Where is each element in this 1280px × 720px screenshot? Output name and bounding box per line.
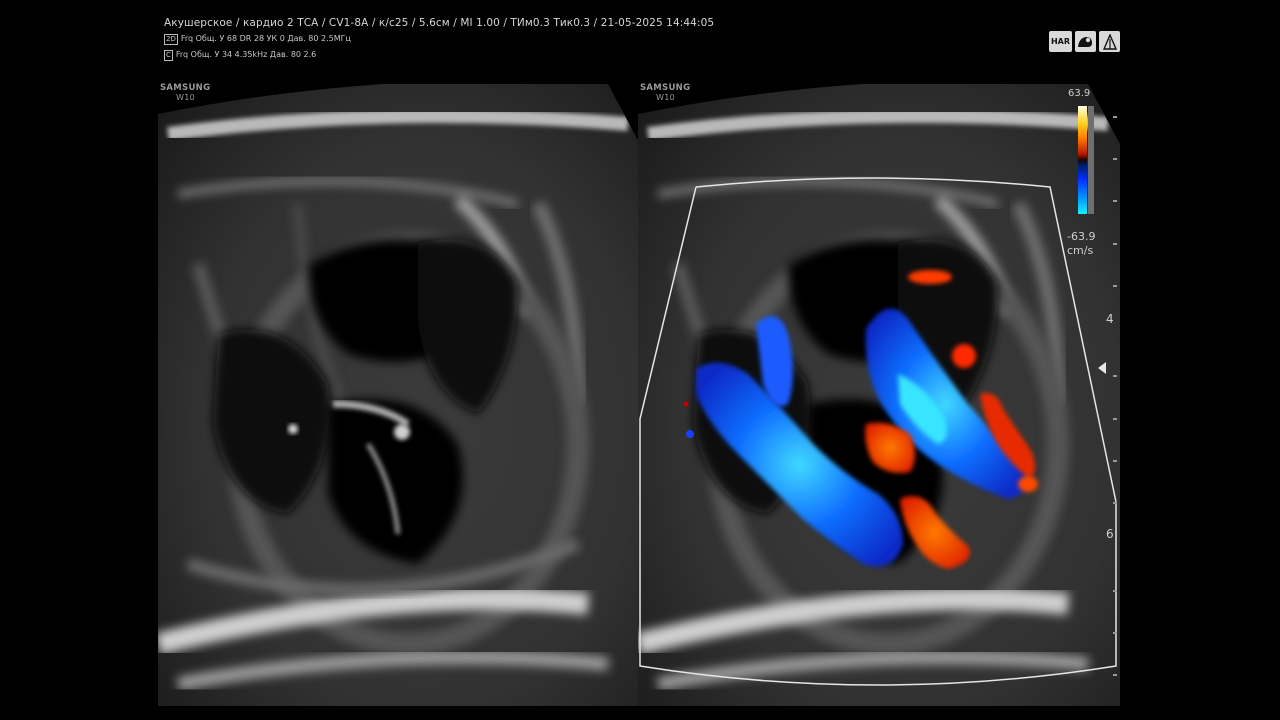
color-doppler-image (638, 84, 1120, 706)
mode-2d-tag: 2D (164, 34, 178, 45)
color-velocity-bar-shade (1088, 106, 1094, 214)
har-button-label: HAR (1050, 37, 1071, 46)
velocity-unit: cm/s (1067, 244, 1094, 257)
depth-tick (1113, 632, 1117, 634)
mode-2d-text: Frq Общ. У 68 DR 28 УК 0 Дав. 80 2.5МГц (180, 34, 351, 43)
mode-color-params: C Frq Общ. У 34 4.35kHz Дав. 80 2.6 (164, 50, 714, 61)
mode-2d-params: 2D Frq Общ. У 68 DR 28 УК 0 Дав. 80 2.5МГ… (164, 34, 714, 45)
color-velocity-bar (1078, 106, 1087, 214)
body-marker-icon (1102, 33, 1117, 50)
focus-marker[interactable] (1098, 362, 1106, 374)
ultrasound-screen: Акушерское / кардио 2 ТСА / CV1-8A / к/с… (0, 0, 1280, 720)
fetal-heart-button[interactable] (1075, 31, 1096, 52)
depth-tick (1113, 243, 1117, 245)
fetal-heart-icon (1078, 37, 1092, 47)
velocity-bottom-value: -63.9 (1067, 230, 1096, 243)
depth-label-4: 4 (1106, 312, 1114, 326)
har-button[interactable]: HAR (1049, 31, 1072, 52)
depth-tick (1113, 200, 1117, 202)
velocity-top-value: 63.9 (1068, 88, 1091, 99)
mode-color-text: Frq Общ. У 34 4.35kHz Дав. 80 2.6 (175, 50, 317, 59)
depth-tick (1113, 158, 1117, 160)
bmode-image (158, 84, 640, 706)
body-marker-button[interactable] (1099, 31, 1120, 52)
depth-tick (1113, 502, 1117, 504)
depth-tick (1113, 285, 1117, 287)
velocity-scale: 63.9 -63.9 cm/s (1062, 88, 1120, 268)
depth-label-6: 6 (1106, 527, 1114, 541)
depth-tick (1113, 460, 1117, 462)
toolbar: HAR (1049, 31, 1120, 52)
depth-tick (1113, 116, 1117, 118)
depth-tick (1113, 674, 1117, 676)
depth-tick (1113, 590, 1117, 592)
exam-info: Акушерское / кардио 2 ТСА / CV1-8A / к/с… (164, 17, 715, 29)
depth-tick (1113, 375, 1117, 377)
acquisition-header: Акушерское / кардио 2 ТСА / CV1-8A / к/с… (164, 17, 714, 61)
mode-color-tag: C (164, 50, 173, 61)
depth-tick (1113, 418, 1117, 420)
